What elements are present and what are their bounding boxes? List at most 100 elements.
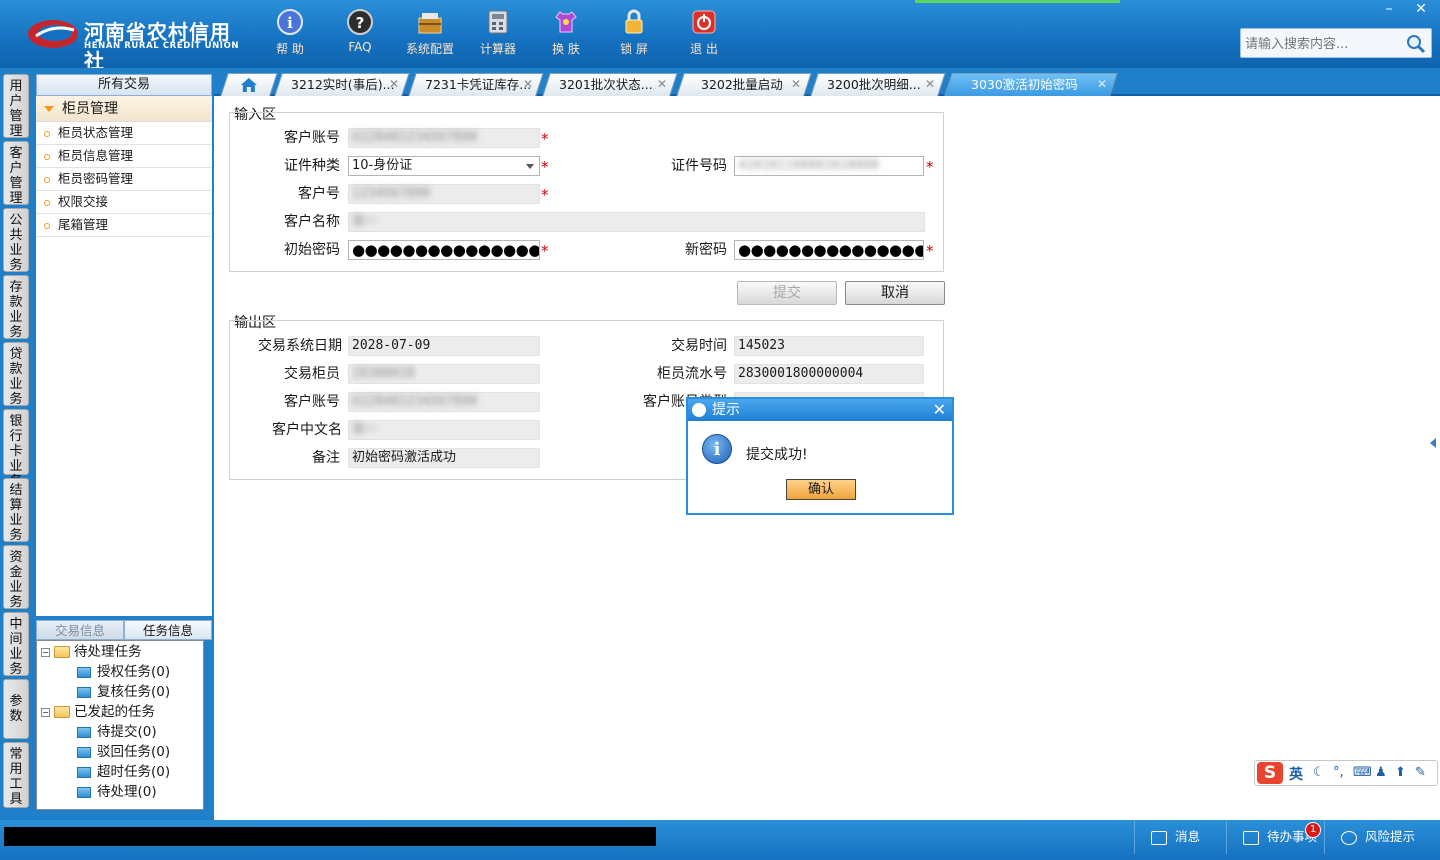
all-transactions-header[interactable]: 所有交易 xyxy=(36,74,212,96)
customer-number-field[interactable]: 1234567890 xyxy=(348,184,540,204)
close-tab-icon[interactable]: ✕ xyxy=(791,74,801,95)
vtab-tools[interactable]: 常用工具 xyxy=(3,742,29,808)
messages-button[interactable]: 消息 xyxy=(1134,820,1226,854)
tree-node-pending[interactable]: − 待处理任务 xyxy=(41,642,142,662)
output-account-label: 客户账号 xyxy=(284,394,340,410)
vtab-parameters[interactable]: 参数 xyxy=(3,679,29,739)
close-tab-icon[interactable]: ✕ xyxy=(389,74,399,95)
wrench-icon[interactable]: ✎ xyxy=(1415,765,1426,780)
submit-button[interactable]: 提交 xyxy=(737,281,837,305)
tab-3030-active[interactable]: 3030激活初始密码 ✕ xyxy=(944,73,1118,96)
sogou-logo-icon[interactable]: S xyxy=(1257,762,1283,784)
lock-screen-button[interactable]: 锁 屏 xyxy=(606,8,662,64)
power-icon xyxy=(692,10,716,34)
tab-7231[interactable]: 7231卡凭证库存... ✕ xyxy=(408,73,544,96)
tree-node-to-process[interactable]: 待处理(0) xyxy=(77,782,157,802)
shirt-icon[interactable]: ⬆ xyxy=(1395,765,1406,780)
initial-password-field[interactable]: ●●●●●●●●●●●●●●● xyxy=(348,240,540,260)
collapse-icon[interactable]: − xyxy=(41,647,50,657)
id-number-field[interactable]: 410101198001010000 xyxy=(734,156,924,176)
shirt-icon xyxy=(555,11,577,33)
tab-task-info[interactable]: 任务信息 xyxy=(124,620,212,640)
account-field[interactable]: 6228481234567890 xyxy=(348,128,540,148)
info-icon: i xyxy=(702,434,732,464)
menu-item-teller-status[interactable]: 柜员状态管理 xyxy=(36,122,212,145)
tab-transaction-info[interactable]: 交易信息 xyxy=(36,620,124,640)
collapse-icon[interactable]: − xyxy=(41,707,50,717)
required-mark: * xyxy=(541,186,549,204)
transaction-time-label: 交易时间 xyxy=(671,338,727,354)
menu-item-tail-box[interactable]: 尾箱管理 xyxy=(36,214,212,237)
vtab-settlement[interactable]: 结算业务 xyxy=(3,478,29,543)
moon-icon[interactable]: ☾ xyxy=(1313,765,1325,780)
punctuation-icon[interactable]: °, xyxy=(1333,765,1344,780)
collapse-panel-icon[interactable] xyxy=(1430,438,1436,448)
tab-home[interactable] xyxy=(220,73,278,96)
tree-node-to-submit[interactable]: 待提交(0) xyxy=(77,722,157,742)
exit-label: 退 出 xyxy=(690,42,718,56)
menu-item-permission-handover[interactable]: 权限交接 xyxy=(36,191,212,214)
close-tab-icon[interactable]: ✕ xyxy=(523,74,533,95)
tab-3200[interactable]: 3200批次明细... ✕ xyxy=(810,73,946,96)
menu-item-teller-password[interactable]: 柜员密码管理 xyxy=(36,168,212,191)
group-label: 柜员管理 xyxy=(62,101,118,117)
user-icon[interactable]: ♟ xyxy=(1375,765,1387,780)
tab-3212[interactable]: 3212实时(事后)... ✕ xyxy=(274,73,410,96)
close-tab-icon[interactable]: ✕ xyxy=(1097,74,1107,95)
tab-label: 3200批次明细... xyxy=(827,77,921,92)
new-password-field[interactable]: ●●●●●●●●●●●●●●● xyxy=(734,240,924,260)
tree-node-initiated[interactable]: − 已发起的任务 xyxy=(41,702,155,722)
help-button[interactable]: i 帮 助 xyxy=(262,8,318,64)
exit-button[interactable]: 退 出 xyxy=(676,8,732,64)
search-icon[interactable] xyxy=(1405,33,1427,55)
faq-button[interactable]: ? FAQ xyxy=(332,8,388,64)
tree-label: 超时任务(0) xyxy=(97,764,171,780)
serial-number-field: 2830001800000004 xyxy=(734,364,924,384)
right-edge xyxy=(1426,96,1440,820)
module-tabs: 用户管理 客户管理 公共业务 存款业务 贷款业务 银行卡业务 结算业务 资金业务… xyxy=(0,68,34,820)
vtab-customer-management[interactable]: 客户管理 xyxy=(3,141,29,206)
id-type-select[interactable]: 10-身份证 xyxy=(348,156,540,176)
todo-count-badge: 1 xyxy=(1305,822,1321,838)
menu-label: 尾箱管理 xyxy=(58,217,109,232)
cancel-button[interactable]: 取消 xyxy=(845,281,945,305)
initial-password-label: 初始密码 xyxy=(284,242,340,258)
vtab-bank-card[interactable]: 银行卡业务 xyxy=(3,409,29,489)
search-input[interactable] xyxy=(1245,34,1405,54)
tab-3201[interactable]: 3201批次状态... ✕ xyxy=(542,73,678,96)
dialog-title: 提示 xyxy=(712,402,740,418)
minimize-button[interactable]: – xyxy=(1374,0,1404,20)
menu-label: 权限交接 xyxy=(58,194,109,209)
ime-mode[interactable]: 英 xyxy=(1289,764,1303,784)
customer-name-label: 客户名称 xyxy=(284,214,340,230)
menu-item-teller-info[interactable]: 柜员信息管理 xyxy=(36,145,212,168)
vtab-public-business[interactable]: 公共业务 xyxy=(3,208,29,273)
page-tabs: 3212实时(事后)... ✕ 7231卡凭证库存... ✕ 3201批次状态...… xyxy=(214,68,1440,96)
folder-icon xyxy=(77,786,91,798)
tree-label: 驳回任务(0) xyxy=(97,744,171,760)
tree-node-timeout[interactable]: 超时任务(0) xyxy=(77,762,170,782)
teller-management-group[interactable]: 柜员管理 xyxy=(36,96,212,122)
close-window-button[interactable]: ✕ xyxy=(1406,0,1436,20)
tree-node-review[interactable]: 复核任务(0) xyxy=(77,682,170,702)
folder-icon xyxy=(77,746,91,758)
tree-node-rejected[interactable]: 驳回任务(0) xyxy=(77,742,170,762)
ok-button[interactable]: 确认 xyxy=(786,479,856,500)
skin-button[interactable]: 换 肤 xyxy=(538,8,594,64)
calculator-button[interactable]: 计算器 xyxy=(470,8,526,64)
close-tab-icon[interactable]: ✕ xyxy=(925,74,935,95)
vtab-funds[interactable]: 资金业务 xyxy=(3,545,29,610)
close-tab-icon[interactable]: ✕ xyxy=(657,74,667,95)
required-mark: * xyxy=(541,242,549,260)
vtab-intermediary[interactable]: 中间业务 xyxy=(3,612,29,677)
top-bar: 河南省农村信用社 HENAN RURAL CREDIT UNION i 帮 助 … xyxy=(0,0,1440,73)
tab-3202[interactable]: 3202批量启动 ✕ xyxy=(676,73,812,96)
settings-button[interactable]: 系统配置 xyxy=(402,8,458,64)
close-icon[interactable]: ✕ xyxy=(933,400,946,420)
vtab-user-management[interactable]: 用户管理 xyxy=(3,74,29,139)
vtab-loan[interactable]: 贷款业务 xyxy=(3,342,29,407)
tree-node-authorize[interactable]: 授权任务(0) xyxy=(77,662,170,682)
keyboard-icon[interactable]: ⌨ xyxy=(1353,765,1372,780)
vtab-deposit[interactable]: 存款业务 xyxy=(3,275,29,340)
risk-alert-button[interactable]: 风险提示 xyxy=(1324,820,1440,854)
